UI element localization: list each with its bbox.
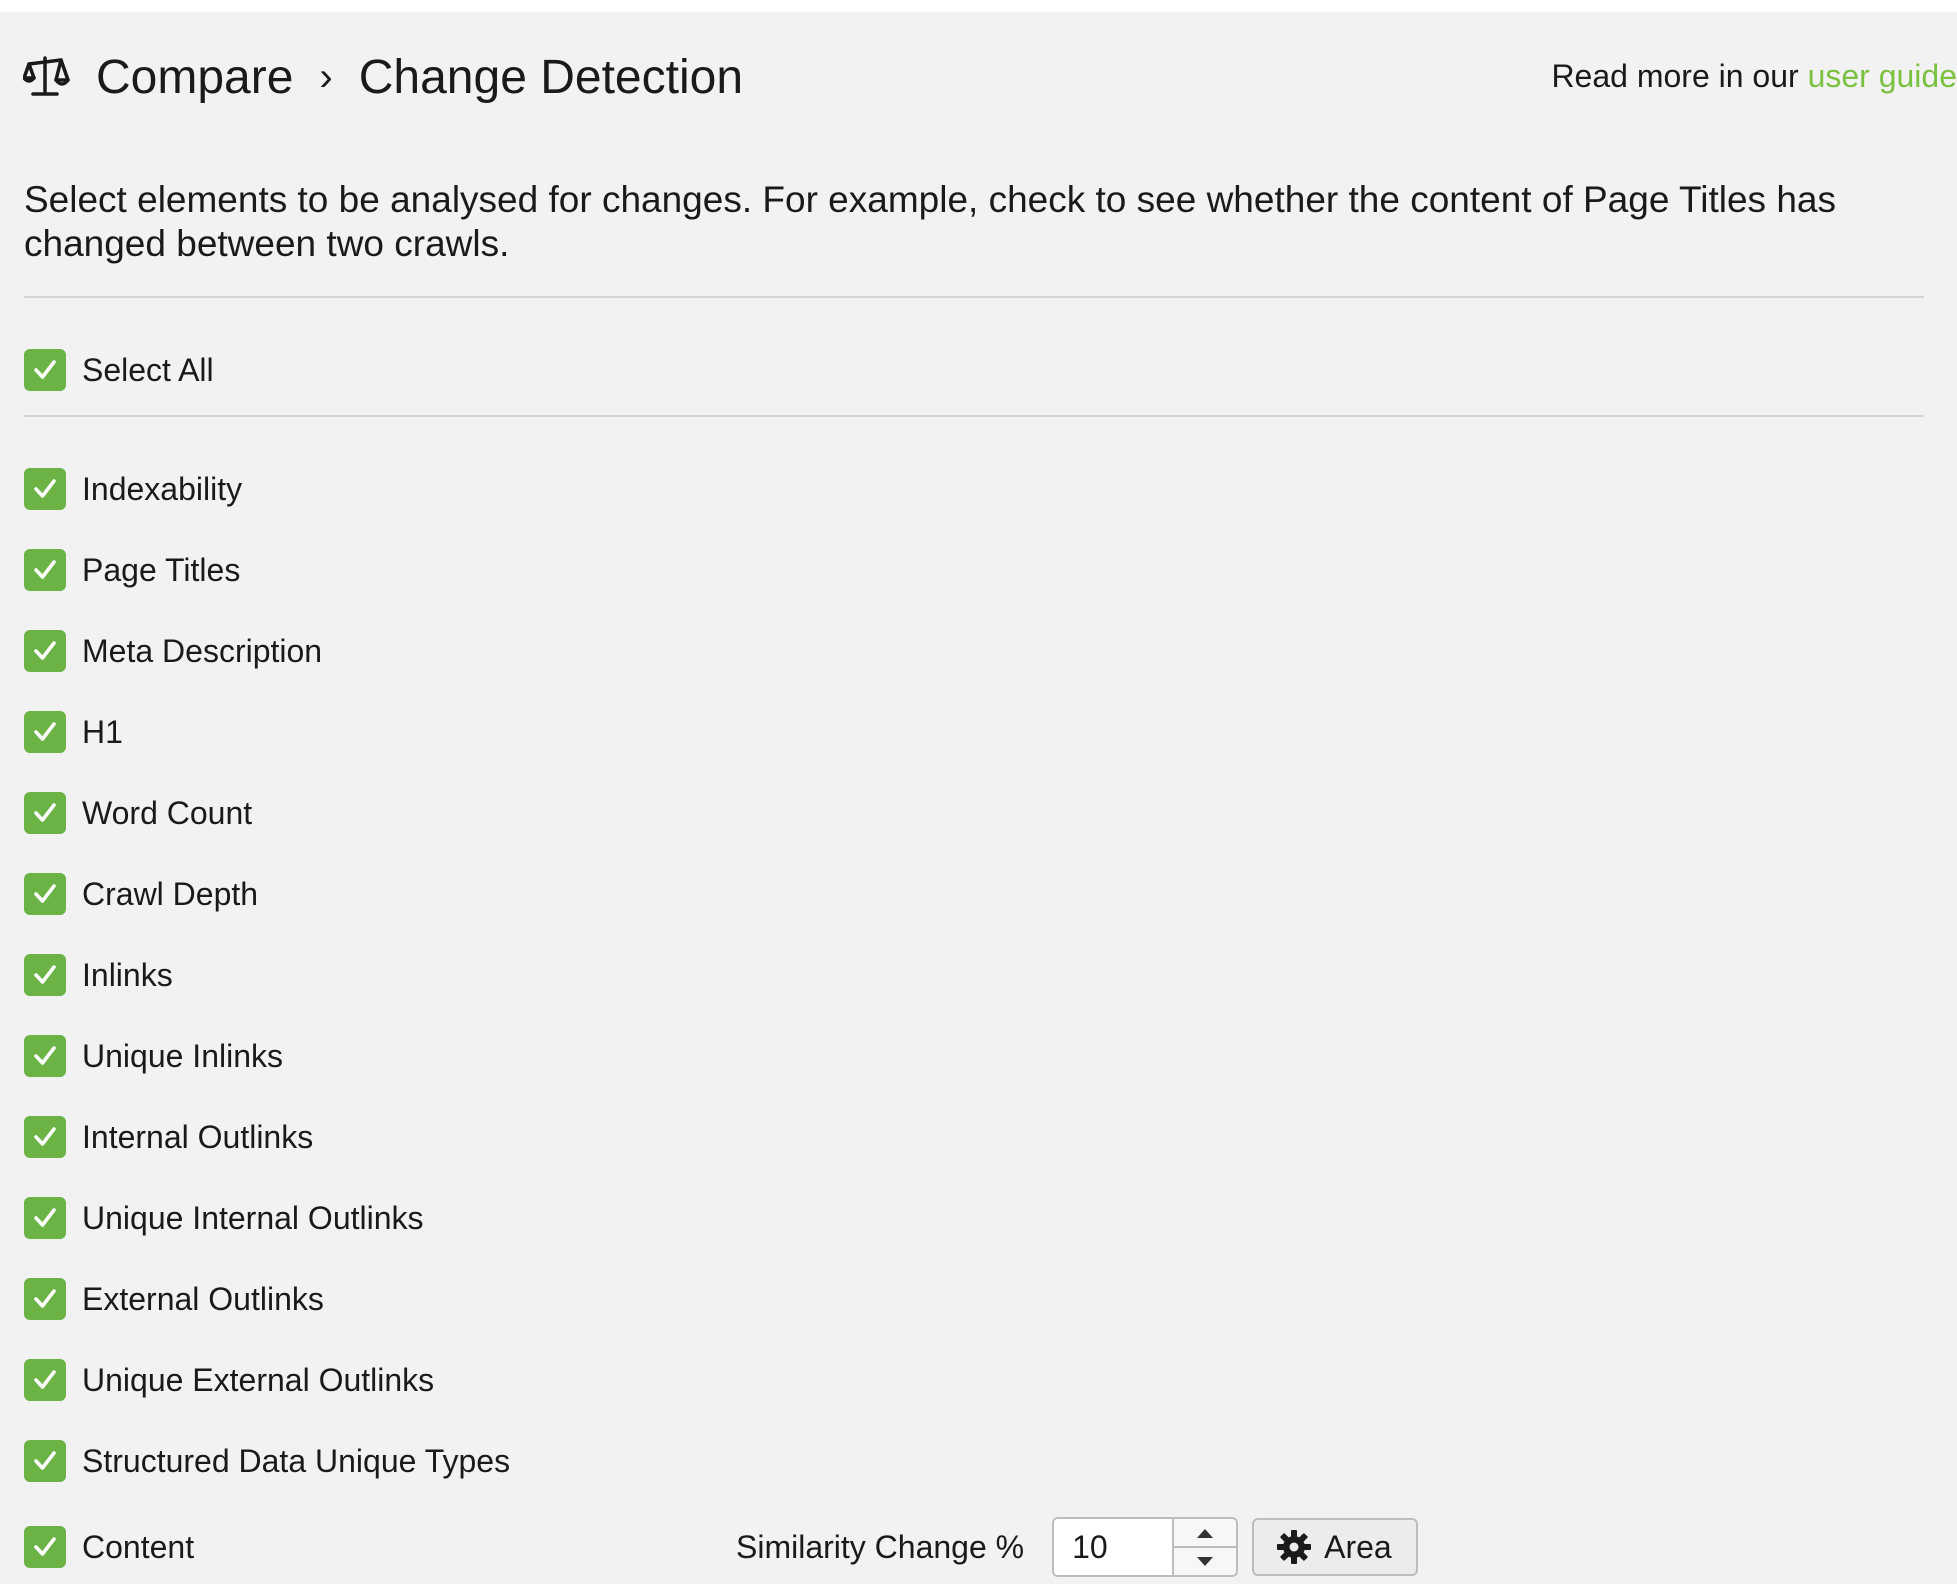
guide-prefix-text: Read more in our bbox=[1551, 58, 1808, 94]
breadcrumb-compare[interactable]: Compare bbox=[96, 50, 293, 105]
similarity-input[interactable] bbox=[1054, 1519, 1173, 1575]
area-button-label: Area bbox=[1324, 1528, 1392, 1565]
similarity-controls: Similarity Change % 10 Area bbox=[736, 1517, 1418, 1577]
page-header: Compare › Change Detection bbox=[22, 42, 743, 112]
checkbox-checked-icon[interactable] bbox=[24, 1526, 66, 1568]
description-text: Select elements to be analysed for chang… bbox=[24, 179, 1836, 264]
checkbox-checked-icon[interactable] bbox=[24, 1278, 66, 1320]
divider-top bbox=[24, 296, 1924, 298]
element-checkbox-label: Word Count bbox=[82, 794, 253, 831]
area-button[interactable]: Area bbox=[1252, 1518, 1418, 1576]
similarity-label: Similarity Change % bbox=[736, 1528, 1025, 1565]
caret-up-icon bbox=[1197, 1528, 1214, 1538]
element-checkbox-row[interactable]: Word Count bbox=[24, 791, 252, 835]
element-checkbox-row[interactable]: External Outlinks bbox=[24, 1277, 324, 1321]
user-guide-note: Read more in our user guide bbox=[1551, 58, 1957, 95]
similarity-stepper[interactable] bbox=[1052, 1517, 1239, 1577]
checkbox-checked-icon[interactable] bbox=[24, 1197, 66, 1239]
divider-bottom bbox=[24, 415, 1924, 417]
checkbox-checked-icon[interactable] bbox=[24, 873, 66, 915]
checkbox-checked-icon[interactable] bbox=[24, 349, 66, 391]
caret-down-icon bbox=[1197, 1556, 1214, 1566]
element-checkbox-label: Indexability bbox=[82, 470, 243, 507]
gear-icon bbox=[1276, 1529, 1312, 1565]
checkbox-checked-icon[interactable] bbox=[24, 630, 66, 672]
checkbox-checked-icon[interactable] bbox=[24, 792, 66, 834]
element-checkbox-label: Internal Outlinks bbox=[82, 1118, 314, 1155]
checkbox-checked-icon[interactable] bbox=[24, 468, 66, 510]
element-checkbox-label: Unique Internal Outlinks bbox=[82, 1199, 424, 1236]
element-checkbox-row[interactable]: Page Titles bbox=[24, 548, 240, 592]
element-checkbox-label: Unique External Outlinks bbox=[82, 1361, 435, 1398]
user-guide-link[interactable]: user guide bbox=[1808, 58, 1957, 94]
checkbox-checked-icon[interactable] bbox=[24, 1440, 66, 1482]
stepper-down-button[interactable] bbox=[1174, 1548, 1237, 1575]
element-checkbox-label: Content bbox=[82, 1528, 195, 1565]
stepper-buttons bbox=[1172, 1519, 1237, 1575]
page-title: Change Detection bbox=[358, 50, 744, 104]
element-checkbox-row[interactable]: Crawl Depth bbox=[24, 872, 258, 916]
element-checkbox-label: Crawl Depth bbox=[82, 875, 259, 912]
element-checkbox-row[interactable]: Inlinks bbox=[24, 953, 173, 997]
checkbox-checked-icon[interactable] bbox=[24, 1116, 66, 1158]
element-checkbox-row[interactable]: Unique Inlinks bbox=[24, 1034, 283, 1078]
select-all-checkbox[interactable]: Select All bbox=[24, 348, 214, 392]
element-checkbox-label: Page Titles bbox=[82, 551, 241, 588]
change-detection-panel: Compare › Change Detection Read more in … bbox=[0, 12, 1957, 1584]
element-checkbox-label: Structured Data Unique Types bbox=[82, 1442, 511, 1479]
balance-scale-icon bbox=[22, 52, 72, 102]
element-checkbox-row[interactable]: Meta Description bbox=[24, 629, 322, 673]
element-checkbox-label: H1 bbox=[82, 713, 123, 750]
stepper-up-button[interactable] bbox=[1174, 1519, 1237, 1548]
element-checkbox-row[interactable]: H1 bbox=[24, 710, 123, 754]
checkbox-checked-icon[interactable] bbox=[24, 954, 66, 996]
element-checkbox-label: Unique Inlinks bbox=[82, 1037, 283, 1074]
element-checkbox-row[interactable]: Indexability bbox=[24, 467, 242, 511]
element-checkbox-row[interactable]: Internal Outlinks bbox=[24, 1115, 313, 1159]
element-checkbox-label: Inlinks bbox=[82, 956, 173, 993]
element-checkbox-row[interactable]: Content bbox=[24, 1525, 194, 1569]
breadcrumb-separator: › bbox=[319, 54, 333, 99]
element-checkbox-label: Meta Description bbox=[82, 632, 323, 669]
element-checkbox-row[interactable]: Unique Internal Outlinks bbox=[24, 1196, 424, 1240]
checkbox-checked-icon[interactable] bbox=[24, 549, 66, 591]
element-checkbox-row[interactable]: Structured Data Unique Types bbox=[24, 1439, 510, 1483]
checkbox-checked-icon[interactable] bbox=[24, 1359, 66, 1401]
element-checkbox-row[interactable]: Unique External Outlinks bbox=[24, 1358, 434, 1402]
checkbox-checked-icon[interactable] bbox=[24, 711, 66, 753]
checkbox-checked-icon[interactable] bbox=[24, 1035, 66, 1077]
select-all-label: Select All bbox=[82, 351, 214, 388]
element-checkbox-label: External Outlinks bbox=[82, 1280, 324, 1317]
